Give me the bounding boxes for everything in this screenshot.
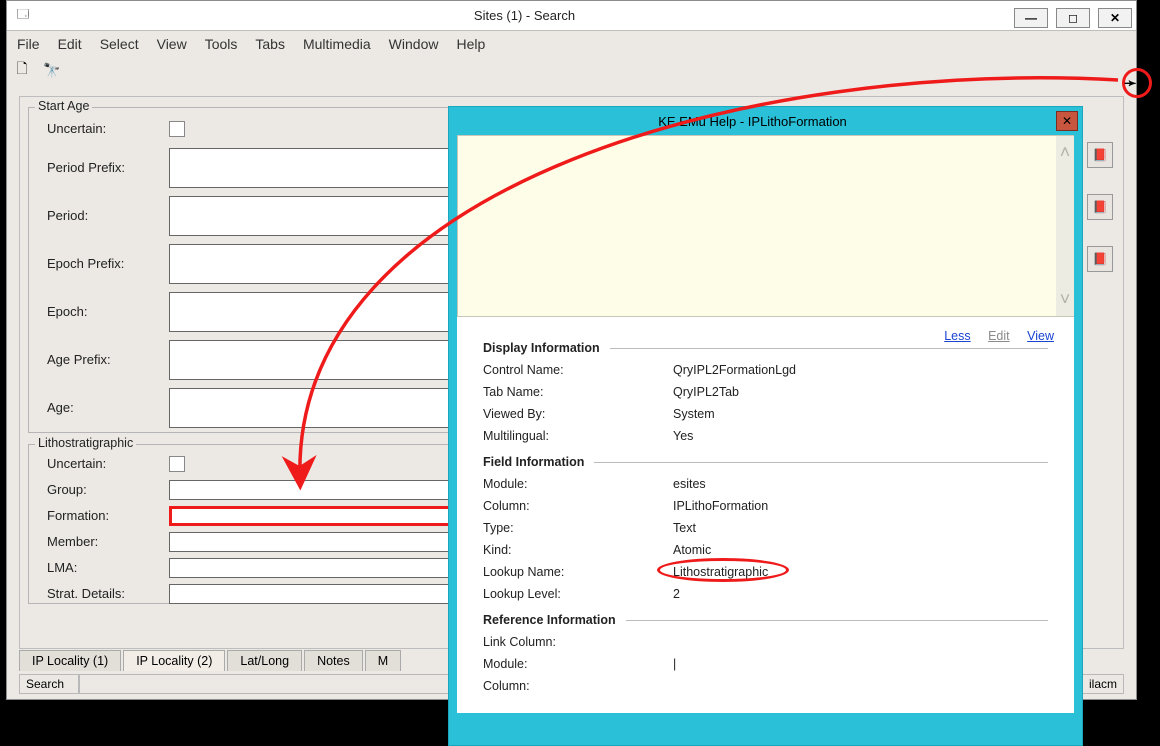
app-icon: 🗔 xyxy=(13,6,33,26)
label-type: Type: xyxy=(483,521,673,535)
label-column: Column: xyxy=(483,499,673,513)
start-age-legend: Start Age xyxy=(35,99,92,113)
menu-edit[interactable]: Edit xyxy=(58,36,82,52)
value-viewed-by: System xyxy=(673,407,715,421)
menu-tools[interactable]: Tools xyxy=(205,36,238,52)
help-edit-link: Edit xyxy=(988,329,1010,343)
scroll-down-icon[interactable]: ˅ xyxy=(1060,289,1071,310)
label-litho-uncertain: Uncertain: xyxy=(41,456,169,471)
status-search: Search xyxy=(19,674,79,694)
tab-more[interactable]: M xyxy=(365,650,401,671)
litho-uncertain-checkbox[interactable] xyxy=(169,456,185,472)
help-view-link[interactable]: View xyxy=(1027,329,1054,343)
label-formation: Formation: xyxy=(41,508,169,523)
minimize-button[interactable]: — xyxy=(1014,8,1048,28)
scroll-up-icon[interactable]: ˄ xyxy=(1060,142,1071,163)
menu-help[interactable]: Help xyxy=(456,36,485,52)
close-button[interactable]: ✕ xyxy=(1098,8,1132,28)
label-age-prefix: Age Prefix: xyxy=(41,352,169,367)
label-lookup-level: Lookup Level: xyxy=(483,587,673,601)
label-epoch: Epoch: xyxy=(41,304,169,319)
menubar: File Edit Select View Tools Tabs Multime… xyxy=(7,31,1136,57)
menu-view[interactable]: View xyxy=(157,36,187,52)
tab-strip: IP Locality (1) IP Locality (2) Lat/Long… xyxy=(19,650,403,671)
value-kind: Atomic xyxy=(673,543,711,557)
tab-ip-locality-2[interactable]: IP Locality (2) xyxy=(123,650,225,671)
menu-file[interactable]: File xyxy=(17,36,40,52)
help-scrollbar[interactable]: ˄ ˅ xyxy=(1056,136,1074,316)
value-lookup-level: 2 xyxy=(673,587,680,601)
display-info-header: Display Information xyxy=(483,341,600,355)
tab-lat-long[interactable]: Lat/Long xyxy=(227,650,302,671)
maximize-button[interactable]: ◻ xyxy=(1056,8,1090,28)
label-kind: Kind: xyxy=(483,543,673,557)
value-lookup-name: Lithostratigraphic xyxy=(673,565,768,579)
titlebar: 🗔 Sites (1) - Search — ◻ ✕ xyxy=(7,1,1136,31)
label-period: Period: xyxy=(41,208,169,223)
label-group: Group: xyxy=(41,482,169,497)
lookup-button-3[interactable]: 📕 xyxy=(1087,246,1113,272)
help-body: Less Edit View Display Information Contr… xyxy=(457,317,1074,713)
label-member: Member: xyxy=(41,534,169,549)
help-close-button[interactable]: ✕ xyxy=(1056,111,1078,131)
label-age: Age: xyxy=(41,400,169,415)
binoculars-icon[interactable]: 🔭 xyxy=(43,61,61,79)
help-upper-panel: ˄ ˅ xyxy=(457,135,1074,317)
menu-multimedia[interactable]: Multimedia xyxy=(303,36,371,52)
value-multilingual: Yes xyxy=(673,429,693,443)
label-tab-name: Tab Name: xyxy=(483,385,673,399)
label-lookup-name: Lookup Name: xyxy=(483,565,673,579)
toolbar: 🗋 🔭 xyxy=(7,57,1136,83)
label-multilingual: Multilingual: xyxy=(483,429,673,443)
new-record-icon[interactable]: 🗋 xyxy=(13,61,31,79)
side-lookup-buttons: 📕 📕 📕 xyxy=(1087,142,1113,272)
value-module: esites xyxy=(673,477,706,491)
value-tab-name: QryIPL2Tab xyxy=(673,385,739,399)
label-uncertain: Uncertain: xyxy=(41,121,169,136)
tab-notes[interactable]: Notes xyxy=(304,650,363,671)
label-link-column: Link Column: xyxy=(483,635,673,649)
label-period-prefix: Period Prefix: xyxy=(41,160,169,175)
value-type: Text xyxy=(673,521,696,535)
label-strat: Strat. Details: xyxy=(41,586,169,601)
field-info-header: Field Information xyxy=(483,455,584,469)
status-right: ilacm xyxy=(1082,674,1124,694)
litho-legend: Lithostratigraphic xyxy=(35,436,136,450)
label-viewed-by: Viewed By: xyxy=(483,407,673,421)
label-ref-module: Module: xyxy=(483,657,673,671)
value-control-name: QryIPL2FormationLgd xyxy=(673,363,796,377)
label-epoch-prefix: Epoch Prefix: xyxy=(41,256,169,271)
help-title: KE EMu Help - IPLithoFormation xyxy=(449,114,1056,129)
uncertain-checkbox[interactable] xyxy=(169,121,185,137)
annotation-help-cursor-circle: ➛? xyxy=(1122,68,1152,98)
window-title: Sites (1) - Search xyxy=(39,8,1010,23)
label-control-name: Control Name: xyxy=(483,363,673,377)
reference-info-header: Reference Information xyxy=(483,613,616,627)
menu-window[interactable]: Window xyxy=(389,36,439,52)
label-lma: LMA: xyxy=(41,560,169,575)
help-titlebar: KE EMu Help - IPLithoFormation ✕ xyxy=(449,107,1082,135)
help-less-link[interactable]: Less xyxy=(944,329,970,343)
tab-ip-locality-1[interactable]: IP Locality (1) xyxy=(19,650,121,671)
value-column: IPLithoFormation xyxy=(673,499,768,513)
label-ref-column: Column: xyxy=(483,679,673,693)
menu-tabs[interactable]: Tabs xyxy=(255,36,285,52)
lookup-button-1[interactable]: 📕 xyxy=(1087,142,1113,168)
label-module: Module: xyxy=(483,477,673,491)
menu-select[interactable]: Select xyxy=(100,36,139,52)
help-dialog: KE EMu Help - IPLithoFormation ✕ ˄ ˅ Les… xyxy=(448,106,1083,746)
value-ref-module: | xyxy=(673,657,676,671)
help-actions: Less Edit View xyxy=(930,329,1054,343)
lookup-button-2[interactable]: 📕 xyxy=(1087,194,1113,220)
